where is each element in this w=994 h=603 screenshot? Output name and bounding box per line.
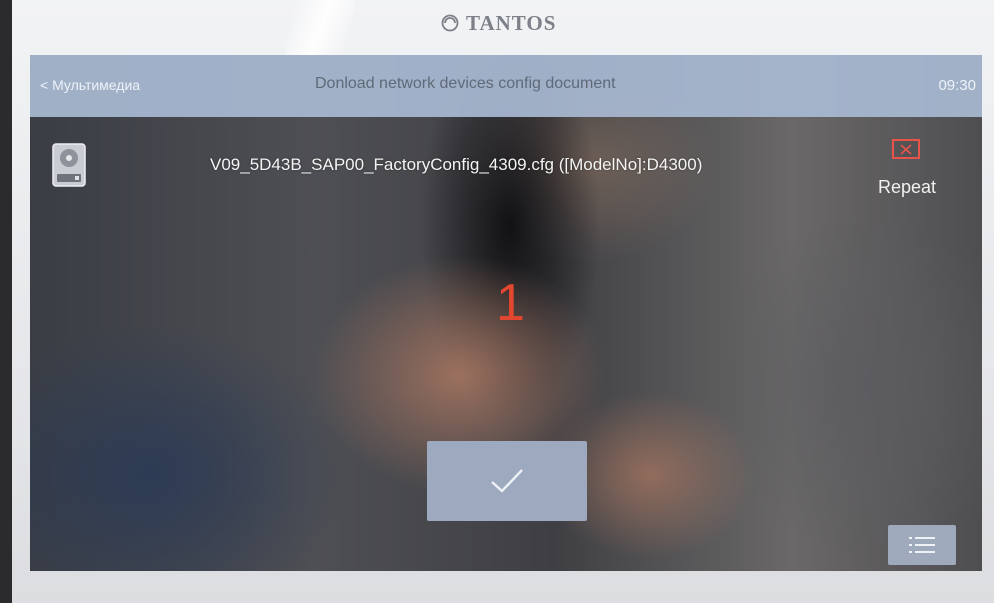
back-link[interactable]: < Мультимедиа bbox=[40, 77, 140, 93]
brand-name: TANTOS bbox=[466, 10, 557, 35]
top-bar: < Мультимедиа Donload network devices co… bbox=[30, 55, 982, 117]
light-glare bbox=[283, 0, 357, 58]
brand-emblem-icon bbox=[441, 14, 459, 32]
device-edge bbox=[0, 0, 12, 603]
list-menu-icon bbox=[909, 537, 935, 553]
confirm-button[interactable] bbox=[427, 441, 587, 521]
menu-button[interactable] bbox=[888, 525, 956, 565]
page-title: Donload network devices config document bbox=[315, 75, 616, 92]
hard-drive-icon bbox=[52, 143, 86, 187]
brand-logo: TANTOS bbox=[440, 8, 570, 38]
checkmark-icon bbox=[491, 469, 523, 493]
device-screen: < Мультимедиа Donload network devices co… bbox=[30, 55, 982, 571]
repeat-label: Repeat bbox=[878, 177, 937, 197]
close-icon bbox=[892, 139, 920, 159]
clock-time: 09:30 bbox=[938, 77, 976, 94]
countdown-counter: 1 bbox=[496, 274, 525, 332]
config-file-name: V09_5D43B_SAP00_FactoryConfig_4309.cfg (… bbox=[210, 155, 703, 174]
repeat-button[interactable]: Repeat bbox=[872, 135, 952, 205]
